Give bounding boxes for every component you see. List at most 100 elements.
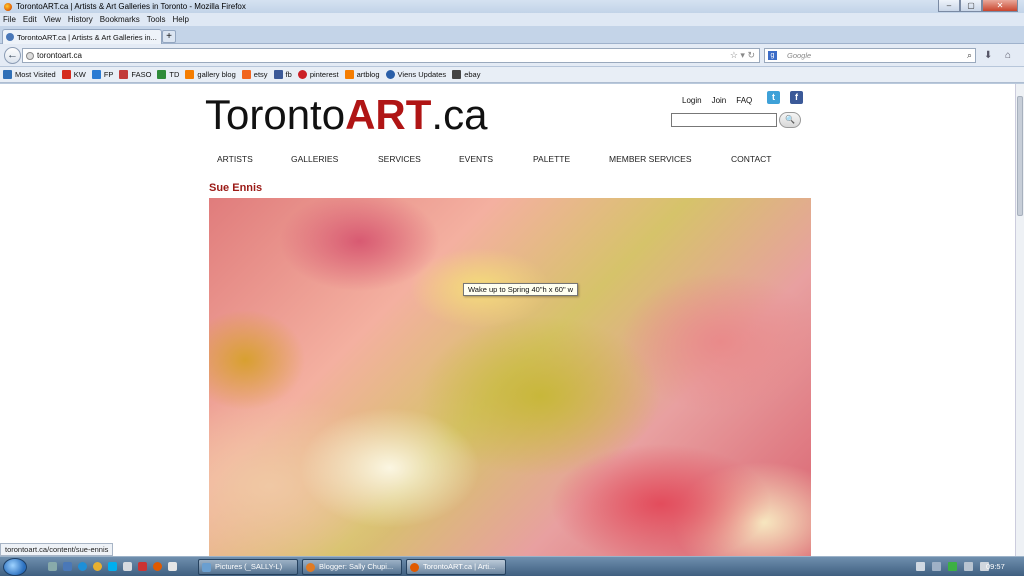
- maple-leaf-icon: [61, 70, 71, 79]
- pinterest-icon: [297, 70, 307, 79]
- ie-icon[interactable]: [78, 562, 87, 571]
- new-tab-button[interactable]: +: [162, 30, 176, 43]
- nav-galleries[interactable]: GALLERIES: [291, 154, 338, 164]
- join-link[interactable]: Join: [712, 96, 727, 105]
- maximize-button[interactable]: ▢: [960, 0, 982, 12]
- bookmark-item[interactable]: ebay: [452, 70, 480, 79]
- bookmark-item[interactable]: Most Visited: [3, 70, 56, 79]
- volume-icon[interactable]: [916, 562, 925, 571]
- clock: 09:57: [986, 562, 1005, 571]
- tab-title: TorontoART.ca | Artists & Art Galleries …: [17, 32, 157, 42]
- firefox-icon: [4, 2, 12, 11]
- task-blogger[interactable]: Blogger: Sally Chupi...: [302, 559, 402, 575]
- nav-member-services[interactable]: MEMBER SERVICES: [609, 154, 692, 164]
- firefox-icon: [410, 563, 419, 572]
- pdf-icon[interactable]: [138, 562, 147, 571]
- nav-palette[interactable]: PALETTE: [533, 154, 570, 164]
- nav-events[interactable]: EVENTS: [459, 154, 493, 164]
- bookmark-star-icon[interactable]: ☆ ▾ ↻: [730, 49, 755, 62]
- media-icon[interactable]: [93, 562, 102, 571]
- window-titlebar: TorontoART.ca | Artists & Art Galleries …: [0, 0, 1024, 13]
- folder-icon: [202, 563, 211, 572]
- skype-icon[interactable]: [108, 562, 117, 571]
- bookmark-item[interactable]: TD: [157, 70, 179, 79]
- flag-icon[interactable]: [964, 562, 973, 571]
- menu-help[interactable]: Help: [172, 15, 188, 24]
- menu-edit[interactable]: Edit: [23, 15, 37, 24]
- app-icon[interactable]: [168, 562, 177, 571]
- td-icon: [157, 70, 167, 79]
- menu-file[interactable]: File: [3, 15, 16, 24]
- menu-tools[interactable]: Tools: [147, 15, 166, 24]
- bookmark-item[interactable]: etsy: [241, 70, 268, 79]
- bookmark-item[interactable]: artblog: [344, 70, 380, 79]
- site-favicon-icon: [6, 33, 14, 41]
- firefox-taskbar-icon[interactable]: [153, 562, 162, 571]
- bookmark-item[interactable]: pinterest: [297, 70, 339, 79]
- explorer-icon[interactable]: [63, 562, 72, 571]
- task-torontoart[interactable]: TorontoART.ca | Arti...: [406, 559, 506, 575]
- search-icon[interactable]: ⌕: [967, 49, 972, 62]
- menu-history[interactable]: History: [68, 15, 93, 24]
- system-tray: [900, 562, 996, 571]
- bookmark-item[interactable]: FP: [91, 70, 113, 79]
- menu-bar: File Edit View History Bookmarks Tools H…: [0, 13, 1024, 26]
- browser-search-input[interactable]: g Google ⌕: [764, 48, 976, 63]
- twitter-icon[interactable]: t: [767, 91, 780, 104]
- site-logo[interactable]: TorontoART.ca: [205, 92, 487, 138]
- blogger-icon: [185, 70, 195, 79]
- page-content: TorontoART.ca Login Join FAQ t f 🔍 ARTIS…: [0, 84, 1015, 556]
- desktop-icon[interactable]: [48, 562, 57, 571]
- scrollbar-thumb[interactable]: [1017, 96, 1023, 216]
- bookmark-item[interactable]: FASO: [119, 70, 151, 79]
- top-links: Login Join FAQ: [682, 96, 762, 105]
- security-icon[interactable]: [948, 562, 957, 571]
- nav-contact[interactable]: CONTACT: [731, 154, 771, 164]
- bookmark-item[interactable]: Viens Updates: [385, 70, 446, 79]
- login-link[interactable]: Login: [682, 96, 702, 105]
- network-icon[interactable]: [932, 562, 941, 571]
- windows-taskbar: Pictures (_SALLY-L) Blogger: Sally Chupi…: [0, 556, 1024, 576]
- bookmark-item[interactable]: gallery blog: [185, 70, 236, 79]
- facebook-icon[interactable]: f: [790, 91, 803, 104]
- site-search-button[interactable]: 🔍: [779, 112, 801, 128]
- status-url: torontoart.ca/content/sue-ennis: [0, 543, 114, 556]
- site-search-input[interactable]: [671, 113, 777, 127]
- menu-bookmarks[interactable]: Bookmarks: [100, 15, 140, 24]
- google-icon: g: [768, 51, 777, 60]
- url-text: torontoart.ca: [37, 51, 82, 60]
- fp-icon: [91, 70, 101, 79]
- tray-expand-icon[interactable]: [900, 562, 909, 571]
- search-engine-placeholder: Google: [787, 51, 812, 60]
- task-pictures[interactable]: Pictures (_SALLY-L): [198, 559, 298, 575]
- download-icon[interactable]: ⬇: [984, 50, 992, 61]
- close-button[interactable]: ✕: [982, 0, 1018, 12]
- home-icon[interactable]: ⌂: [1005, 50, 1011, 61]
- tab-bar: TorontoART.ca | Artists & Art Galleries …: [0, 26, 1024, 44]
- window-title: TorontoART.ca | Artists & Art Galleries …: [16, 2, 246, 11]
- ebay-icon: [452, 70, 462, 79]
- nav-artists[interactable]: ARTISTS: [217, 154, 253, 164]
- main-navigation: ARTISTS GALLERIES SERVICES EVENTS PALETT…: [217, 154, 777, 166]
- tab-torontoart[interactable]: TorontoART.ca | Artists & Art Galleries …: [2, 29, 162, 44]
- bookmark-item[interactable]: fb: [273, 70, 292, 79]
- globe-icon: [26, 52, 34, 60]
- url-bar[interactable]: torontoart.ca ☆ ▾ ↻: [22, 48, 760, 63]
- blogger-icon: [344, 70, 354, 79]
- etsy-icon: [241, 70, 251, 79]
- menu-view[interactable]: View: [44, 15, 61, 24]
- bookmark-item[interactable]: KW: [61, 70, 86, 79]
- artwork-tooltip: Wake up to Spring 40"h x 60" w: [463, 283, 579, 296]
- cloud-icon: [385, 70, 395, 79]
- start-button[interactable]: [3, 558, 27, 576]
- vertical-scrollbar[interactable]: [1015, 84, 1024, 556]
- bookmarks-toolbar: Most Visited KW FP FASO TD gallery blog …: [0, 67, 1024, 83]
- back-button[interactable]: ←: [4, 47, 21, 64]
- artwork-image[interactable]: [209, 198, 811, 556]
- window-controls: – ▢ ✕: [938, 0, 1018, 12]
- faq-link[interactable]: FAQ: [736, 96, 752, 105]
- minimize-button[interactable]: –: [938, 0, 960, 12]
- nav-services[interactable]: SERVICES: [378, 154, 421, 164]
- navigation-toolbar: ← torontoart.ca ☆ ▾ ↻ g Google ⌕ ⬇ ⌂: [0, 44, 1024, 67]
- window-icon[interactable]: [123, 562, 132, 571]
